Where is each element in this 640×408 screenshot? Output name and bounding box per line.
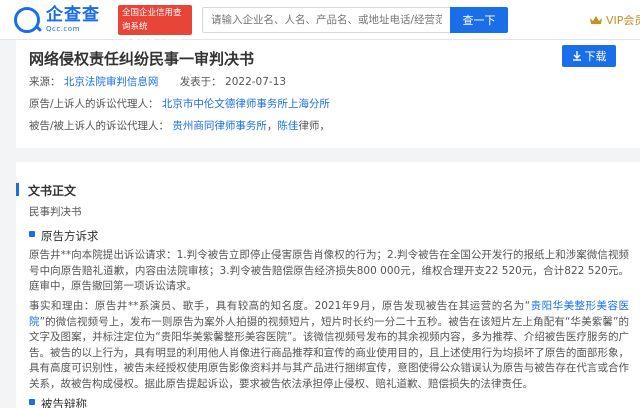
- magnifier-logo-icon: [14, 7, 40, 33]
- site-logo[interactable]: 企查查 Qcc.com: [14, 6, 100, 34]
- download-icon: [572, 51, 581, 61]
- official-tagline-badge: 全国企业信用查询系统 官方备案企业征信机构: [118, 5, 192, 60]
- logo-en-text: Qcc.com: [46, 25, 80, 33]
- search-button[interactable]: 查一下: [450, 7, 508, 33]
- crown-icon: [590, 16, 602, 24]
- top-navigation-bar: 企查查 Qcc.com 全国企业信用查询系统 官方备案企业征信机构 查一下 VI…: [0, 0, 640, 60]
- plaintiff-agent-row: 原告/上诉人的诉讼代理人： 北京市中伦文德律师事务所上海分所: [29, 98, 330, 110]
- document-info-card: 网络侵权责任纠纷民事一审判决书 下载 来源： 北京法院审判信息网 发表于： 20…: [16, 40, 640, 148]
- section-title: 文书正文: [16, 182, 76, 199]
- source-link[interactable]: 北京法院审判信息网: [64, 76, 159, 88]
- subsection-plaintiff-claims: 原告方诉求: [29, 228, 99, 244]
- vip-member-link[interactable]: VIP会员: [590, 12, 640, 28]
- document-body-card: 文书正文 民事判决书 原告方诉求 原告井**向本院提出诉讼请求：1.判令被告立即…: [16, 162, 640, 408]
- download-button[interactable]: 下载: [562, 45, 616, 67]
- plaintiff-law-firm-link[interactable]: 北京市中伦文德律师事务所上海分所: [162, 98, 330, 110]
- paragraph-facts: 事实和理由：原告井**系演员、歌手，具有较高的知名度。2021年9月，原告发现被…: [29, 300, 629, 390]
- publish-date: 2022-07-13: [225, 76, 287, 88]
- paragraph-claims: 原告井**向本院提出诉讼请求：1.判令被告立即停止侵害原告肖像权的行为；2.判令…: [29, 249, 629, 292]
- defendant-agent-row: 被告/被上诉人的诉讼代理人： 贵州商同律师事务所，陈佳律师，: [29, 120, 330, 132]
- document-title: 网络侵权责任纠纷民事一审判决书: [29, 50, 255, 68]
- search-input[interactable]: [202, 7, 450, 33]
- defendant-law-firm-link[interactable]: 贵州商同律师事务所: [172, 120, 267, 132]
- defendant-lawyer-link[interactable]: 陈佳: [277, 120, 298, 132]
- subsection-defendant-reply: 被告辩称: [29, 396, 87, 408]
- document-type: 民事判决书: [29, 206, 82, 218]
- document-meta-row: 来源： 北京法院审判信息网 发表于： 2022-07-13: [29, 76, 287, 88]
- logo-cn-text: 企查查: [46, 5, 100, 25]
